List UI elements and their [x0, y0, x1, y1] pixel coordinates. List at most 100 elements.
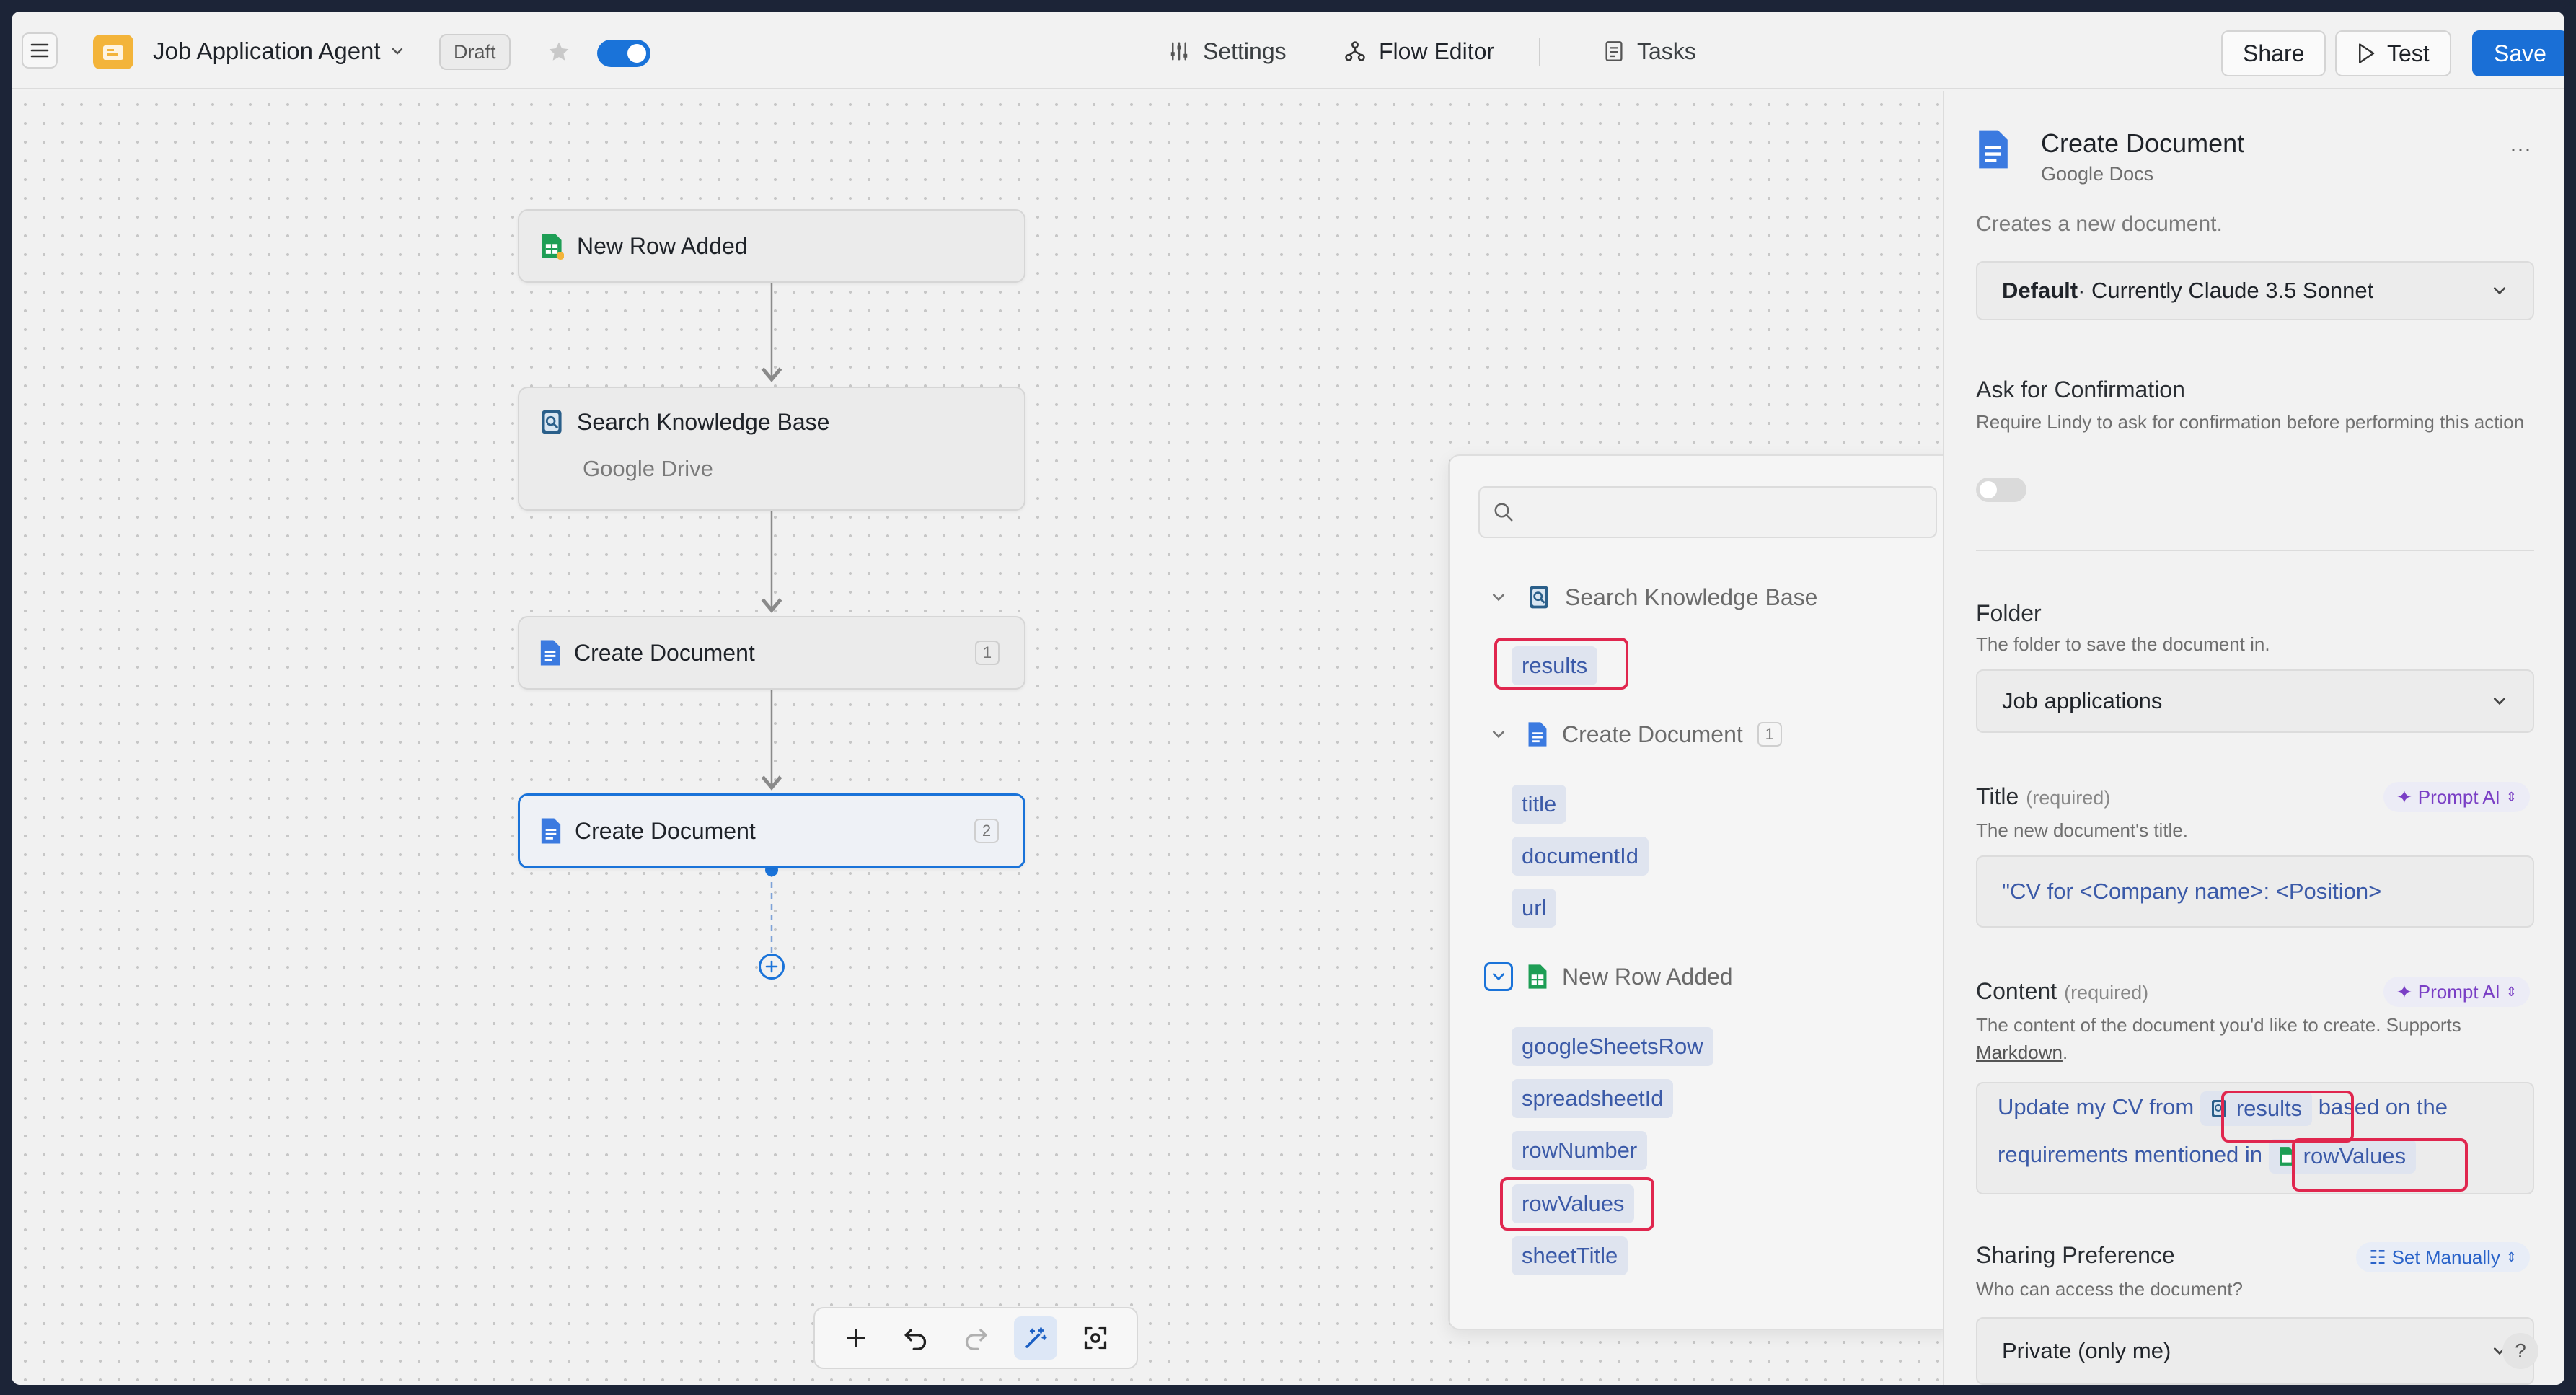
tab-settings[interactable]: Settings	[1168, 33, 1287, 69]
highlight-box	[2221, 1091, 2354, 1143]
tab-tasks-label: Tasks	[1637, 38, 1696, 64]
collapse-toggle[interactable]	[1484, 962, 1513, 991]
node-subtitle: Google Drive	[583, 456, 713, 481]
redo-icon	[965, 1329, 987, 1350]
variable-googlesheetsrow[interactable]: googleSheetsRow	[1512, 1027, 1713, 1066]
tab-tasks[interactable]: Tasks	[1604, 33, 1696, 69]
confirmation-label: Ask for Confirmation	[1976, 377, 2185, 402]
flow-node-search-knowledge-base[interactable]: Search Knowledge Base Google Drive	[518, 387, 1025, 511]
required-marker: (required)	[2026, 787, 2111, 809]
help-button[interactable]: ?	[2502, 1333, 2538, 1369]
step-title: Create Document	[2041, 128, 2245, 158]
variable-url[interactable]: url	[1512, 889, 1557, 928]
fit-view-button[interactable]	[1074, 1316, 1117, 1360]
save-button[interactable]: Save	[2472, 30, 2564, 76]
sharing-mode-select[interactable]: ☷ Set Manually ⇕	[2356, 1242, 2530, 1272]
group-title: New Row Added	[1562, 963, 1733, 990]
chevron-down-icon	[2494, 287, 2505, 295]
model-detail-label: · Currently Claude 3.5 Sonnet	[2078, 278, 2374, 303]
hamburger-icon	[30, 43, 49, 58]
title-label-text: Title	[1976, 783, 2019, 809]
title-help: The new document's title.	[1976, 819, 2188, 841]
sharing-select[interactable]: Private (only me)	[1976, 1317, 2534, 1385]
auto-layout-button[interactable]	[1013, 1316, 1057, 1360]
variable-rownumber[interactable]: rowNumber	[1512, 1131, 1648, 1170]
confirmation-toggle[interactable]	[1976, 478, 2026, 502]
picker-group-new-row-added[interactable]: New Row Added	[1484, 962, 1733, 991]
google-docs-icon	[1528, 722, 1547, 747]
content-mode-label: Prompt AI	[2417, 980, 2500, 1003]
google-sheets-icon	[542, 234, 564, 260]
flow-node-create-document-1[interactable]: Create Document 1	[518, 616, 1025, 690]
canvas-toolbar	[813, 1307, 1138, 1369]
sharing-mode-label: Set Manually	[2391, 1246, 2500, 1268]
sparkle-icon: ✦	[2396, 980, 2412, 1003]
node-step-badge: 2	[974, 819, 999, 843]
google-sheets-icon	[1528, 964, 1547, 989]
share-button-label: Share	[2243, 40, 2305, 66]
folder-select[interactable]: Job applications	[1976, 669, 2534, 733]
plus-icon	[765, 960, 778, 973]
play-icon	[2359, 43, 2375, 63]
model-select[interactable]: Default · Currently Claude 3.5 Sonnet	[1976, 261, 2534, 320]
markdown-link[interactable]: Markdown	[1976, 1042, 2063, 1063]
flow-icon	[1345, 41, 1365, 61]
divider	[1976, 550, 2534, 551]
chevron-down-icon	[1493, 731, 1504, 739]
group-title: Create Document	[1562, 721, 1743, 747]
flow-node-new-row-added[interactable]: New Row Added	[518, 209, 1025, 283]
variable-spreadsheetid[interactable]: spreadsheetId	[1512, 1079, 1674, 1118]
content-help-text: The content of the document you'd like t…	[1976, 1014, 2461, 1036]
google-docs-icon	[1977, 128, 2009, 174]
content-label: Content (required)	[1976, 978, 2148, 1005]
folder-label: Folder	[1976, 600, 2042, 626]
google-docs-icon	[541, 818, 561, 844]
node-step-badge: 1	[975, 641, 1000, 665]
undo-button[interactable]	[894, 1316, 938, 1360]
node-title: Create Document	[574, 639, 755, 666]
sharing-value: Private (only me)	[2002, 1338, 2171, 1363]
star-icon	[549, 42, 569, 61]
agent-enabled-toggle[interactable]	[597, 40, 650, 67]
sliders-icon	[1170, 42, 1188, 61]
variable-documentid[interactable]: documentId	[1512, 837, 1649, 876]
chevron-down-icon	[392, 48, 402, 55]
title-label: Title (required)	[1976, 783, 2110, 810]
node-title: Create Document	[575, 817, 756, 844]
add-node-button[interactable]	[834, 1316, 878, 1360]
sharing-label: Sharing Preference	[1976, 1242, 2175, 1268]
add-step-button[interactable]	[759, 954, 785, 980]
google-docs-icon	[540, 640, 560, 666]
step-settings-panel: Create Document Google Docs ··· Creates …	[1943, 91, 2564, 1385]
title-input[interactable]: "CV for <Company name>: <Position>	[1976, 855, 2534, 928]
redo-button[interactable]	[954, 1316, 997, 1360]
content-mode-select[interactable]: ✦ Prompt AI ⇕	[2383, 977, 2530, 1007]
content-text: Update my CV from	[1998, 1094, 2200, 1119]
picker-group-create-document[interactable]: Create Document 1	[1484, 720, 1782, 749]
chevron-down-icon	[2494, 698, 2505, 705]
share-button[interactable]: Share	[2221, 30, 2326, 76]
folder-help: The folder to save the document in.	[1976, 633, 2270, 655]
content-label-text: Content	[1976, 978, 2057, 1004]
more-options-button[interactable]: ···	[2510, 137, 2531, 162]
step-description: Creates a new document.	[1976, 212, 2223, 236]
test-button[interactable]: Test	[2335, 30, 2451, 76]
variable-sheettitle[interactable]: sheetTitle	[1512, 1236, 1628, 1275]
group-title: Search Knowledge Base	[1565, 584, 1818, 610]
menu-button[interactable]	[22, 32, 58, 69]
favorite-button[interactable]	[547, 36, 571, 68]
collapse-toggle[interactable]	[1484, 583, 1513, 612]
picker-group-search-knowledge-base[interactable]: Search Knowledge Base	[1484, 583, 1817, 612]
node-title: New Row Added	[577, 232, 748, 259]
variable-search-input[interactable]	[1478, 486, 1937, 538]
title-mode-select[interactable]: ✦ Prompt AI ⇕	[2383, 782, 2530, 812]
tab-flow-editor[interactable]: Flow Editor	[1344, 33, 1494, 69]
knowledge-base-icon	[1530, 586, 1548, 609]
flow-node-create-document-2[interactable]: Create Document 2	[518, 793, 1025, 868]
plus-icon	[847, 1328, 866, 1348]
nav-divider	[1539, 38, 1540, 66]
agent-name-dropdown[interactable]: Job Application Agent	[153, 33, 404, 69]
collapse-toggle[interactable]	[1484, 720, 1513, 749]
variable-title[interactable]: title	[1512, 785, 1567, 824]
chevron-down-icon	[1493, 594, 1504, 602]
